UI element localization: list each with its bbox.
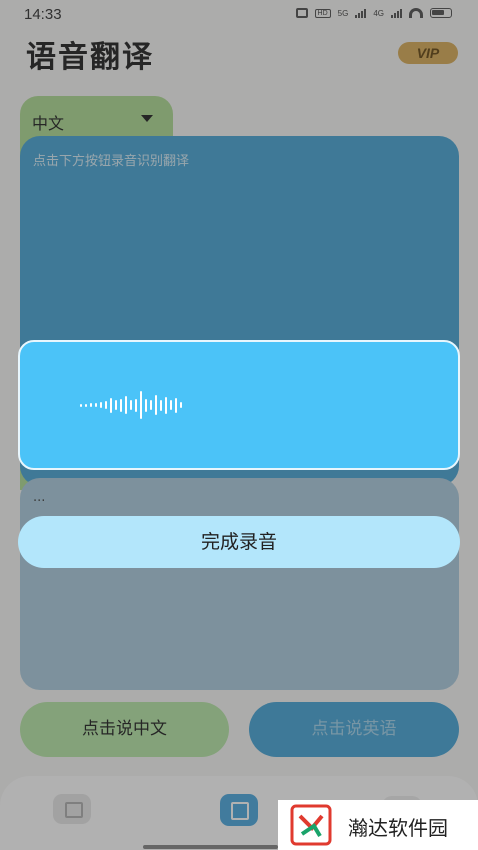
watermark-text: 瀚达软件园	[348, 816, 448, 840]
waveform-bar	[175, 397, 177, 413]
waveform-bar	[95, 403, 97, 407]
waveform-bar	[165, 396, 167, 414]
audio-waveform	[80, 390, 182, 420]
waveform-bar	[145, 398, 147, 412]
waveform-bar	[115, 400, 117, 410]
waveform-bar	[85, 403, 87, 407]
waveform-bar	[80, 403, 82, 407]
waveform-bar	[90, 403, 92, 407]
waveform-bar	[180, 402, 182, 408]
waveform-bar	[110, 397, 112, 413]
waveform-bar	[125, 396, 127, 414]
waveform-bar	[130, 400, 132, 410]
waveform-bar	[120, 398, 122, 412]
finish-recording-button[interactable]: 完成录音	[18, 516, 460, 568]
waveform-bar	[100, 402, 102, 408]
home-indicator[interactable]	[143, 845, 278, 849]
waveform-bar	[135, 398, 137, 412]
waveform-bar	[155, 395, 157, 415]
waveform-bar	[160, 399, 162, 411]
waveform-bar	[170, 400, 172, 410]
watermark-logo-icon	[290, 804, 332, 846]
waveform-bar	[105, 401, 107, 409]
waveform-bar	[140, 391, 142, 419]
waveform-bar	[150, 400, 152, 410]
